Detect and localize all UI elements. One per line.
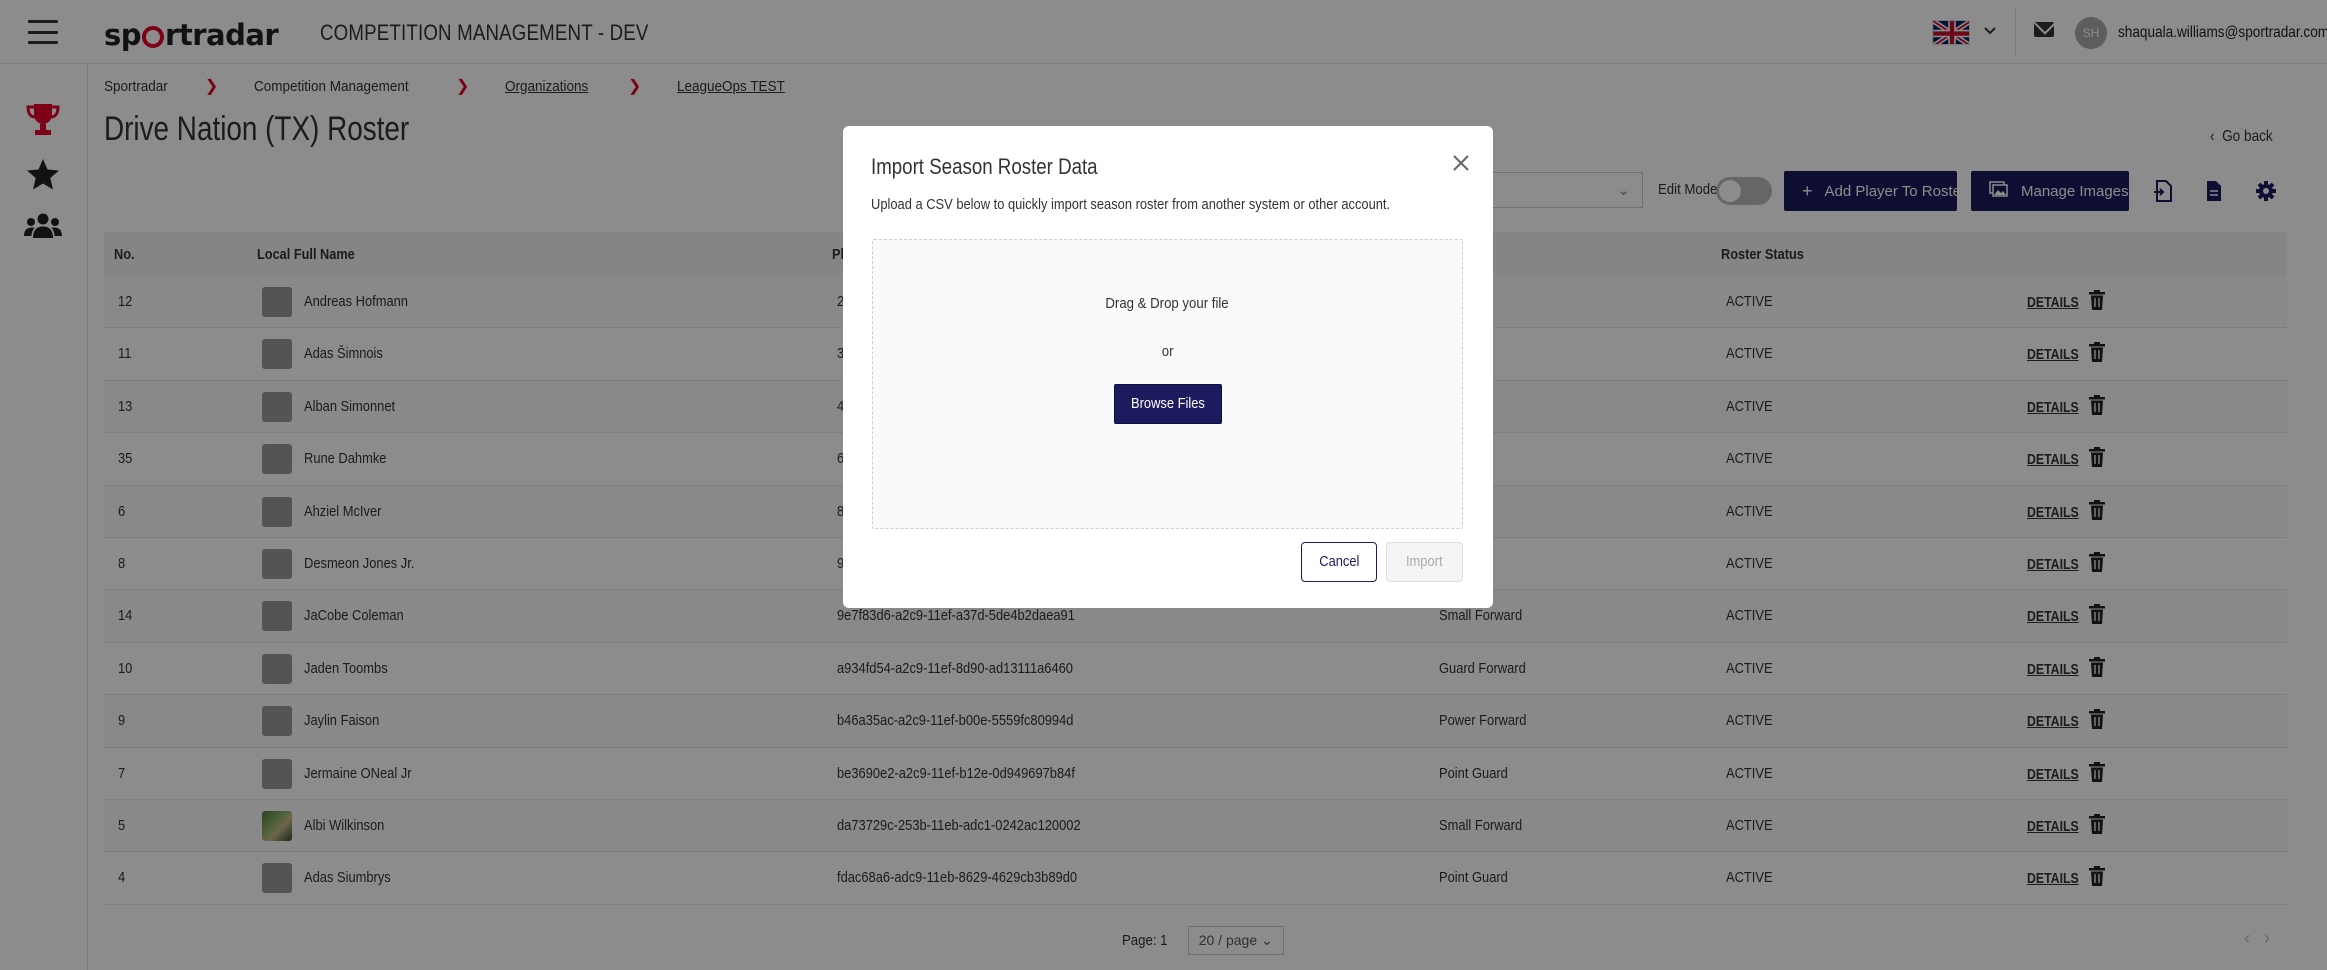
cancel-button[interactable]: Cancel — [1301, 542, 1377, 582]
import-button[interactable]: Import — [1386, 542, 1463, 582]
import-label: Import — [1406, 553, 1443, 570]
cancel-label: Cancel — [1318, 553, 1360, 570]
or-text-label: or — [1161, 343, 1174, 360]
modal-title: Import Season Roster Data — [871, 154, 1098, 179]
drop-text-label: Drag & Drop your file — [1105, 295, 1230, 312]
modal-description: Upload a CSV below to quickly import sea… — [871, 196, 1391, 213]
import-roster-modal: Import Season Roster Data Upload a CSV b… — [843, 126, 1493, 608]
file-dropzone[interactable]: Drag & Drop your file or Browse Files — [872, 239, 1463, 529]
drop-text: Drag & Drop your file — [873, 295, 1462, 312]
or-text: or — [873, 343, 1462, 360]
close-icon[interactable] — [1446, 148, 1476, 178]
browse-files-label: Browse Files — [1131, 395, 1205, 412]
browse-files-button[interactable]: Browse Files — [1114, 384, 1222, 424]
